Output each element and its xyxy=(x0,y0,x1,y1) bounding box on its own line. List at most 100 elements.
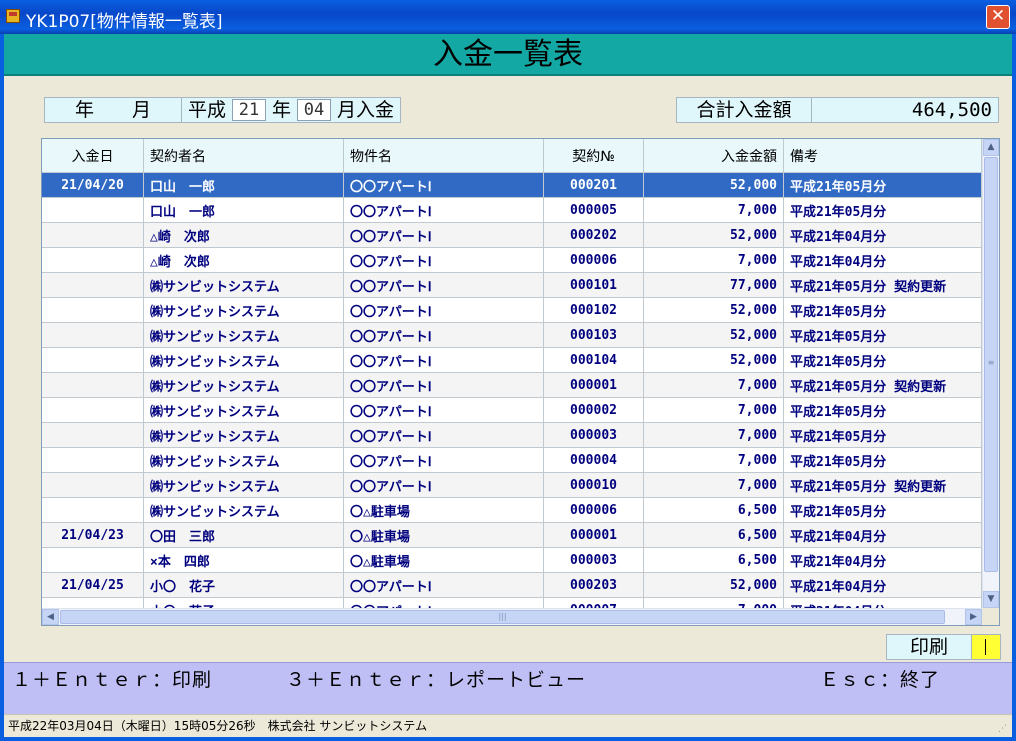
cell-date[interactable] xyxy=(42,272,144,298)
table-row[interactable]: ㈱サンビットシステム 〇〇アパートⅠ 000101 77,000 平成21年05月分 契… xyxy=(42,272,982,298)
cell-memo[interactable]: 平成21年05月分 xyxy=(783,172,982,198)
cell-contract-no[interactable]: 000104 xyxy=(543,347,644,373)
cell-property-name[interactable]: 〇〇アパートⅠ xyxy=(343,447,544,473)
cell-amount[interactable]: 7,000 xyxy=(643,472,784,498)
cell-contract-no[interactable]: 000005 xyxy=(543,197,644,223)
cell-contractor-name[interactable]: 口山 一郎 xyxy=(143,172,344,198)
cell-amount[interactable]: 52,000 xyxy=(643,297,784,323)
cell-date[interactable] xyxy=(42,247,144,273)
cell-property-name[interactable]: 〇〇アパートⅠ xyxy=(343,472,544,498)
table-row[interactable]: 小〇 花子〇〇アパートⅠ0000077,000平成21年04月分 xyxy=(42,597,982,608)
cell-memo[interactable]: 平成21年05月分 xyxy=(783,322,982,348)
table-row[interactable]: 21/04/20 口山 一郎 〇〇アパートⅠ 000201 52,000 平成21年05月… xyxy=(42,172,982,198)
cell-property-name[interactable]: 〇〇アパートⅠ xyxy=(343,422,544,448)
cell-date[interactable]: 21/04/20 xyxy=(42,172,144,198)
cell-contractor-name[interactable]: ×本 四郎 xyxy=(143,547,344,573)
scroll-left-icon[interactable]: ◀ xyxy=(42,609,59,625)
table-row[interactable]: ×本 四郎 〇△駐車場 000003 6,500 平成21年04月分 xyxy=(42,547,982,573)
cell-contract-no[interactable]: 000102 xyxy=(543,297,644,323)
table-row[interactable]: 21/04/23 〇田 三郎 〇△駐車場 000001 6,500 平成21年04月分 xyxy=(42,522,982,548)
cell-contract-no[interactable]: 000003 xyxy=(543,547,644,573)
cell-contract-no[interactable]: 000007 xyxy=(543,597,644,608)
cell-memo[interactable]: 平成21年05月分 契約更新 xyxy=(783,472,982,498)
cell-memo[interactable]: 平成21年04月分 xyxy=(783,247,982,273)
year-input[interactable]: 21 xyxy=(232,99,267,121)
cell-contract-no[interactable]: 000101 xyxy=(543,272,644,298)
cell-contract-no[interactable]: 000201 xyxy=(543,172,644,198)
table-row[interactable]: ㈱サンビットシステム 〇〇アパートⅠ 000102 52,000 平成21年05月分 xyxy=(42,297,982,323)
cell-contract-no[interactable]: 000202 xyxy=(543,222,644,248)
table-row[interactable]: ㈱サンビットシステム 〇〇アパートⅠ 000103 52,000 平成21年05月分 xyxy=(42,322,982,348)
cell-amount[interactable]: 52,000 xyxy=(643,172,784,198)
cell-property-name[interactable]: 〇〇アパートⅠ xyxy=(343,297,544,323)
cell-contractor-name[interactable]: ㈱サンビットシステム xyxy=(143,472,344,498)
cell-contract-no[interactable]: 000002 xyxy=(543,397,644,423)
cell-memo[interactable]: 平成21年05月分 xyxy=(783,297,982,323)
col-header-contract-no[interactable]: 契約№ xyxy=(543,139,644,173)
cell-memo[interactable]: 平成21年05月分 契約更新 xyxy=(783,372,982,398)
cell-contractor-name[interactable]: ㈱サンビットシステム xyxy=(143,497,344,523)
cell-contractor-name[interactable]: 小〇 花子 xyxy=(143,597,344,608)
cell-date[interactable]: 21/04/25 xyxy=(42,572,144,598)
cell-amount[interactable]: 77,000 xyxy=(643,272,784,298)
cell-property-name[interactable]: 〇△駐車場 xyxy=(343,547,544,573)
cell-memo[interactable]: 平成21年05月分 契約更新 xyxy=(783,272,982,298)
cell-date[interactable] xyxy=(42,372,144,398)
cell-date[interactable]: 21/04/23 xyxy=(42,522,144,548)
col-header-property[interactable]: 物件名 xyxy=(343,139,544,173)
cell-date[interactable] xyxy=(42,547,144,573)
table-row[interactable]: ㈱サンビットシステム 〇〇アパートⅠ 000004 7,000 平成21年05月分 xyxy=(42,447,982,473)
cell-memo[interactable]: 平成21年05月分 xyxy=(783,422,982,448)
cell-date[interactable] xyxy=(42,422,144,448)
scroll-down-icon[interactable]: ▼ xyxy=(983,591,999,608)
cell-date[interactable] xyxy=(42,497,144,523)
cell-memo[interactable]: 平成21年05月分 xyxy=(783,347,982,373)
cell-date[interactable] xyxy=(42,472,144,498)
cell-date[interactable] xyxy=(42,322,144,348)
cell-contractor-name[interactable]: ㈱サンビットシステム xyxy=(143,397,344,423)
cell-contract-no[interactable]: 000203 xyxy=(543,572,644,598)
col-header-date[interactable]: 入金日 xyxy=(42,139,144,173)
col-header-memo[interactable]: 備考 xyxy=(783,139,982,173)
cell-date[interactable] xyxy=(42,197,144,223)
cell-contractor-name[interactable]: ㈱サンビットシステム xyxy=(143,272,344,298)
cell-memo[interactable]: 平成21年04月分 xyxy=(783,222,982,248)
cell-property-name[interactable]: 〇〇アパートⅠ xyxy=(343,597,544,608)
resize-grip-icon[interactable]: ⋰ xyxy=(998,724,1008,734)
cell-memo[interactable]: 平成21年05月分 xyxy=(783,497,982,523)
cell-contractor-name[interactable]: ㈱サンビットシステム xyxy=(143,297,344,323)
cell-amount[interactable]: 7,000 xyxy=(643,397,784,423)
cell-property-name[interactable]: 〇〇アパートⅠ xyxy=(343,397,544,423)
cell-amount[interactable]: 6,500 xyxy=(643,497,784,523)
month-input[interactable]: 04 xyxy=(297,99,332,121)
cell-contractor-name[interactable]: 口山 一郎 xyxy=(143,197,344,223)
cell-property-name[interactable]: 〇〇アパートⅠ xyxy=(343,272,544,298)
horizontal-scrollbar[interactable]: ◀ ||| ▶ xyxy=(42,608,982,625)
table-row[interactable]: ㈱サンビットシステム 〇〇アパートⅠ 000002 7,000 平成21年05月分 xyxy=(42,397,982,423)
cell-contract-no[interactable]: 000001 xyxy=(543,522,644,548)
payment-grid[interactable]: 入金日 契約者名 物件名 契約№ 入金金額 備考 21/04/20 口山 一郎 〇〇… xyxy=(41,138,1000,626)
cell-memo[interactable]: 平成21年04月分 xyxy=(783,547,982,573)
cell-amount[interactable]: 52,000 xyxy=(643,572,784,598)
cell-amount[interactable]: 7,000 xyxy=(643,597,784,608)
scroll-up-icon[interactable]: ▲ xyxy=(983,139,999,156)
cell-property-name[interactable]: 〇〇アパートⅠ xyxy=(343,372,544,398)
cell-amount[interactable]: 6,500 xyxy=(643,522,784,548)
cell-amount[interactable]: 52,000 xyxy=(643,222,784,248)
table-row[interactable]: △崎 次郎 〇〇アパートⅠ 000202 52,000 平成21年04月分 xyxy=(42,222,982,248)
cell-contractor-name[interactable]: ㈱サンビットシステム xyxy=(143,372,344,398)
col-header-name[interactable]: 契約者名 xyxy=(143,139,344,173)
vertical-scroll-thumb[interactable]: ≡ xyxy=(984,157,998,572)
cell-amount[interactable]: 7,000 xyxy=(643,197,784,223)
cell-contract-no[interactable]: 000004 xyxy=(543,447,644,473)
table-row[interactable]: 口山 一郎 〇〇アパートⅠ 000005 7,000 平成21年05月分 xyxy=(42,197,982,223)
cell-property-name[interactable]: 〇〇アパートⅠ xyxy=(343,347,544,373)
table-row[interactable]: 21/04/25 小〇 花子 〇〇アパートⅠ 000203 52,000 平成21年04月… xyxy=(42,572,982,598)
cell-contract-no[interactable]: 000003 xyxy=(543,422,644,448)
cell-memo[interactable]: 平成21年05月分 xyxy=(783,397,982,423)
cell-contract-no[interactable]: 000001 xyxy=(543,372,644,398)
cell-memo[interactable]: 平成21年05月分 xyxy=(783,447,982,473)
cell-property-name[interactable]: 〇〇アパートⅠ xyxy=(343,222,544,248)
cell-contract-no[interactable]: 000103 xyxy=(543,322,644,348)
cell-contractor-name[interactable]: △崎 次郎 xyxy=(143,247,344,273)
